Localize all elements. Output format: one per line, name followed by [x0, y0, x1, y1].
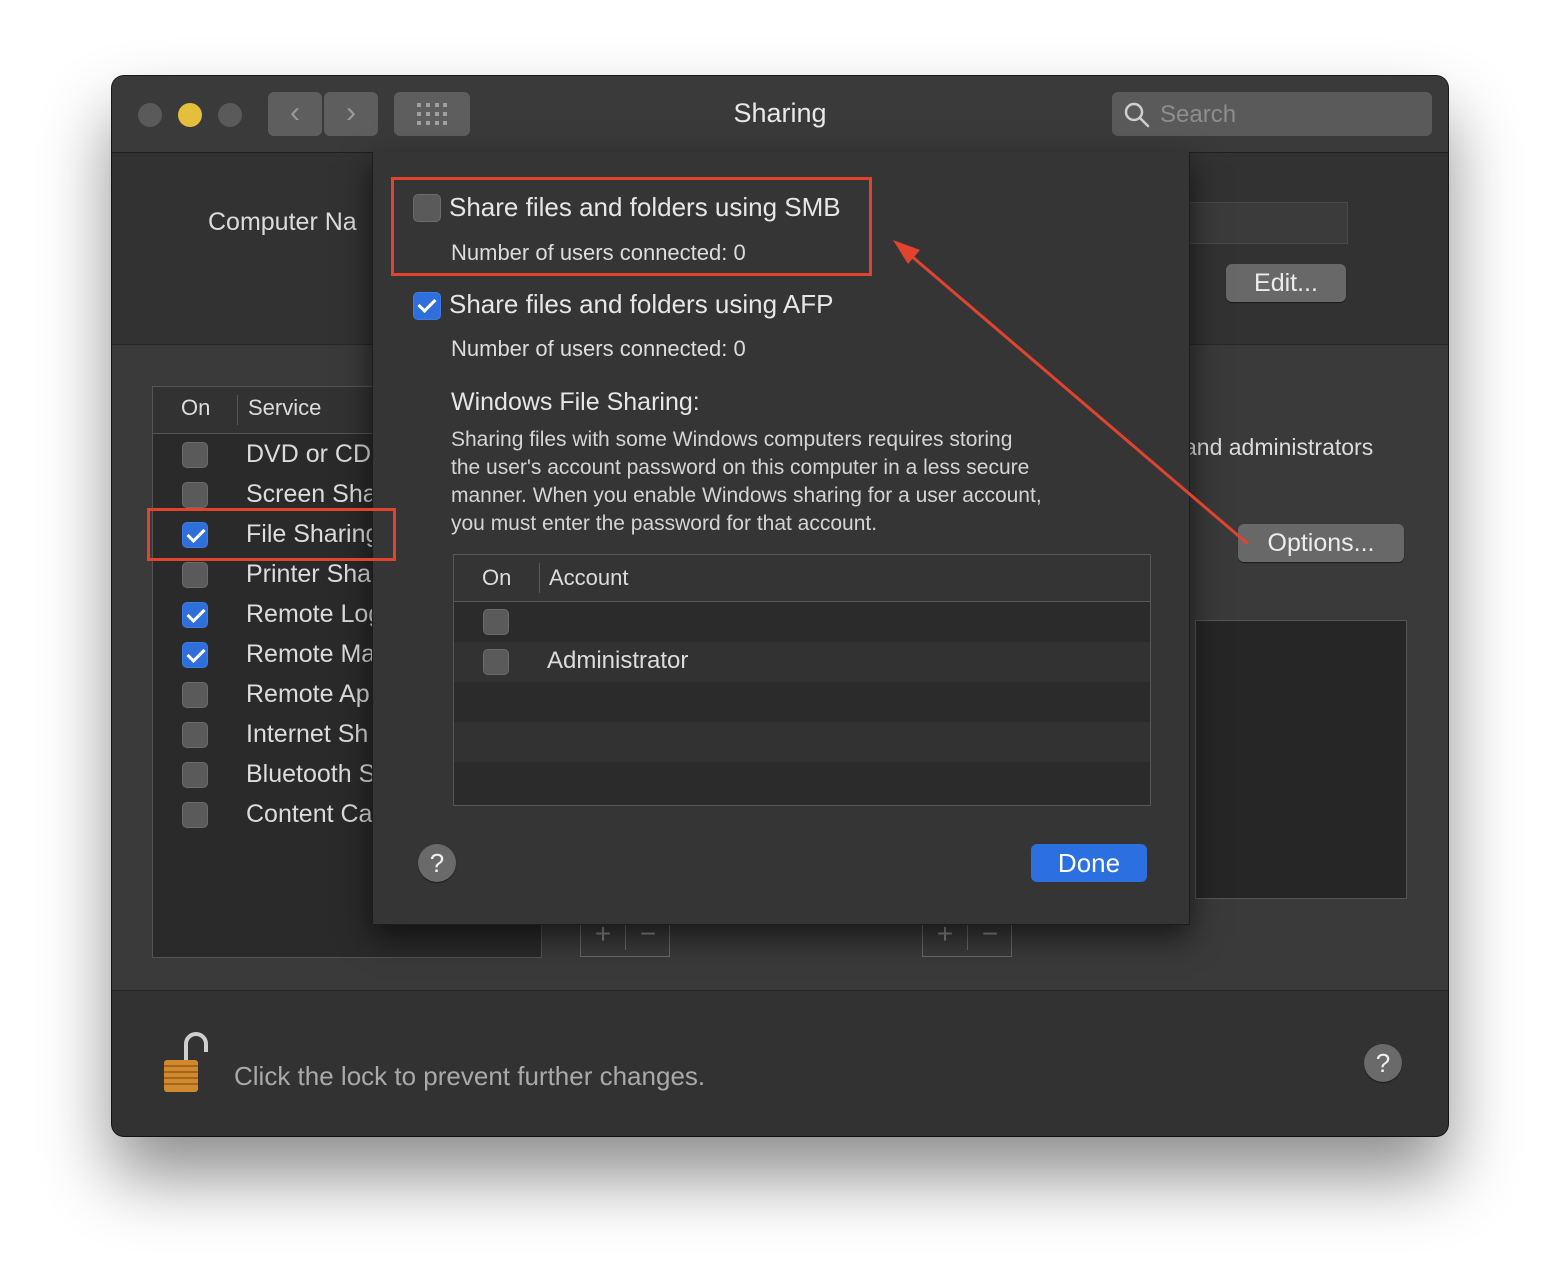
annotation-arrow	[893, 240, 1249, 546]
